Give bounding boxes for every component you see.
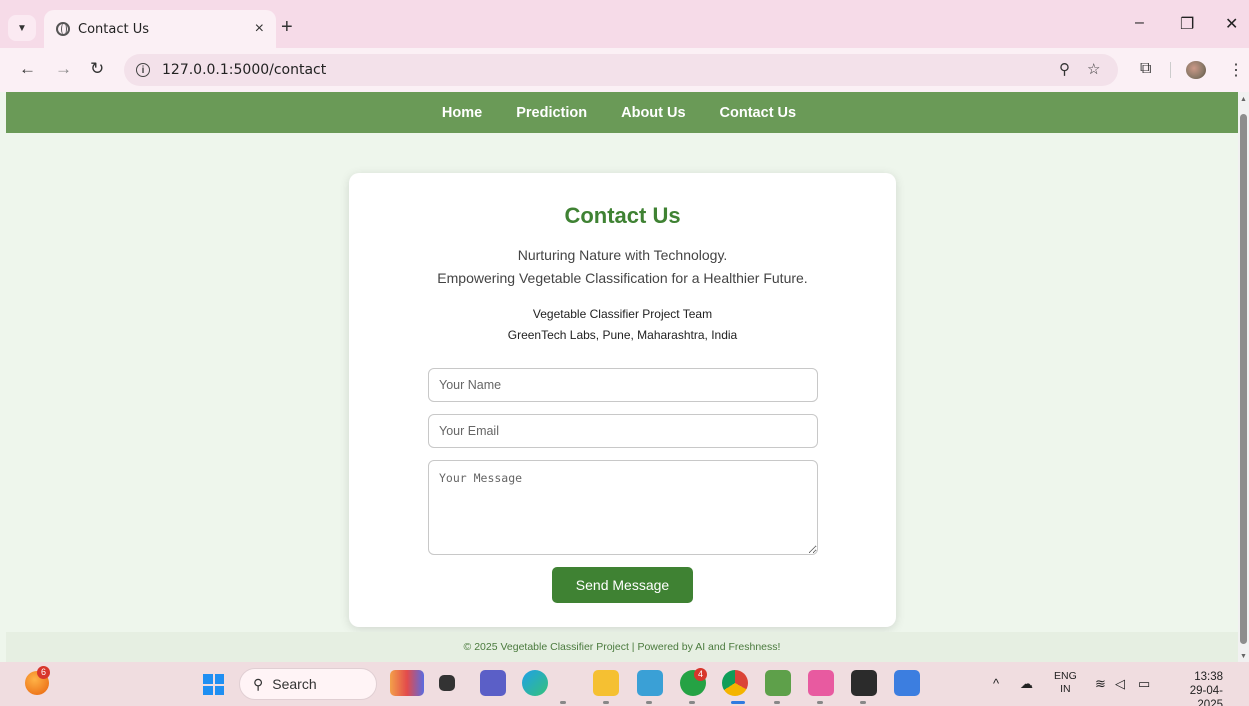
bookmark-star-icon[interactable]: ☆: [1087, 60, 1100, 78]
region-code: IN: [1060, 683, 1071, 695]
nav-home[interactable]: Home: [442, 105, 482, 121]
app-running-indicator: [646, 701, 652, 704]
page-viewport: Home Prediction About Us Contact Us Cont…: [0, 92, 1238, 662]
battery-icon[interactable]: ▭: [1138, 676, 1150, 692]
contact-card: Contact Us Nurturing Nature with Technol…: [349, 173, 896, 627]
message-textarea[interactable]: [428, 460, 818, 555]
menu-kebab-icon[interactable]: ⋮: [1228, 60, 1244, 80]
tab-search-dropdown-icon[interactable]: ▼: [8, 15, 36, 41]
extensions-icon[interactable]: ⧉: [1140, 60, 1151, 78]
app-running-indicator: [860, 701, 866, 704]
tagline-line-1: Nurturing Nature with Technology.: [517, 247, 728, 263]
new-tab-button[interactable]: +: [281, 16, 293, 39]
terminal-icon[interactable]: [851, 670, 877, 696]
wifi-icon[interactable]: ≋: [1095, 676, 1106, 692]
nav-about-us[interactable]: About Us: [621, 105, 685, 121]
teams-icon[interactable]: [480, 670, 506, 696]
app-running-indicator: [817, 701, 823, 704]
site-navbar: Home Prediction About Us Contact Us: [6, 92, 1238, 133]
chevron-up-icon[interactable]: ^: [993, 676, 999, 691]
back-arrow-icon[interactable]: ←: [19, 59, 36, 79]
taskbar-search[interactable]: ⚲ Search: [239, 668, 377, 700]
scroll-up-icon[interactable]: ▲: [1240, 96, 1247, 103]
whatsapp-badge: 4: [694, 668, 707, 681]
footer-text: © 2025 Vegetable Classifier Project | Po…: [463, 641, 781, 653]
windows-start-icon[interactable]: [203, 674, 224, 695]
chrome-icon[interactable]: [722, 670, 748, 696]
system-clock[interactable]: 13:38 29-04-2025: [1175, 670, 1223, 706]
clock-date: 29-04-2025: [1189, 685, 1223, 706]
restore-button[interactable]: ❐: [1180, 14, 1194, 34]
address-bar[interactable]: i 127.0.0.1:5000/contact ⚲ ☆: [124, 54, 1118, 86]
globe-icon: [56, 22, 70, 36]
zoom-icon[interactable]: ⚲: [1059, 60, 1070, 78]
site-info-icon[interactable]: i: [136, 63, 150, 77]
nav-prediction[interactable]: Prediction: [516, 105, 587, 121]
page-scrollbar[interactable]: ▲ ▼: [1238, 92, 1249, 662]
tagline-line-2: Empowering Vegetable Classification for …: [437, 270, 808, 286]
tab-contact-us[interactable]: Contact Us ×: [44, 10, 276, 48]
scroll-down-icon[interactable]: ▼: [1240, 653, 1247, 660]
app-running-indicator: [603, 701, 609, 704]
image-viewer-icon[interactable]: [765, 670, 791, 696]
xampp-icon[interactable]: [808, 670, 834, 696]
language-code: ENG: [1054, 670, 1077, 682]
app-running-indicator: [689, 701, 695, 704]
minimize-button[interactable]: –: [1135, 14, 1144, 32]
page-footer: © 2025 Vegetable Classifier Project | Po…: [6, 632, 1238, 662]
windows-taskbar: 6 ⚲ Search 4 ^ ☁ ENG IN ≋ ◁ ▭ 13:38 29-0…: [0, 662, 1249, 706]
snipping-tool-icon[interactable]: [637, 670, 663, 696]
copilot-app-icon[interactable]: [390, 670, 424, 696]
nav-contact-us[interactable]: Contact Us: [720, 105, 797, 121]
profile-avatar[interactable]: [1186, 61, 1206, 79]
team-name: Vegetable Classifier Project Team: [532, 307, 713, 321]
browser-toolbar: ← → ↻ i 127.0.0.1:5000/contact ⚲ ☆ ⧉ ⋮: [0, 48, 1249, 92]
volume-icon[interactable]: ◁: [1115, 676, 1125, 692]
app-running-indicator: [560, 701, 566, 704]
app-active-indicator: [731, 701, 745, 704]
file-explorer-icon[interactable]: [593, 670, 619, 696]
search-label: Search: [272, 676, 317, 692]
clock-time: 13:38: [1194, 671, 1223, 683]
edge-browser-icon[interactable]: [522, 670, 548, 696]
name-input[interactable]: [428, 368, 818, 402]
team-address: GreenTech Labs, Pune, Maharashtra, India: [507, 328, 738, 342]
vscode-like-icon[interactable]: [894, 670, 920, 696]
browser-tab-bar: ▼ Contact Us × + – ❐ ✕: [0, 0, 1249, 48]
send-message-button[interactable]: Send Message: [552, 567, 693, 603]
search-icon: ⚲: [253, 675, 264, 692]
notification-badge: 6: [37, 666, 50, 679]
page-title: Contact Us: [564, 203, 681, 228]
onedrive-cloud-icon[interactable]: ☁: [1020, 676, 1033, 692]
url-text: 127.0.0.1:5000/contact: [162, 62, 327, 78]
app-running-indicator: [774, 701, 780, 704]
reload-icon[interactable]: ↻: [90, 59, 104, 79]
tab-close-icon[interactable]: ×: [255, 20, 264, 38]
window-close-button[interactable]: ✕: [1225, 14, 1238, 34]
toolbar-divider: [1170, 62, 1171, 78]
scrollbar-thumb[interactable]: [1240, 114, 1247, 644]
task-view-icon[interactable]: [439, 675, 455, 691]
email-input[interactable]: [428, 414, 818, 448]
tab-title: Contact Us: [78, 21, 149, 37]
language-indicator[interactable]: ENG IN: [1054, 670, 1077, 696]
forward-arrow-icon[interactable]: →: [55, 59, 72, 79]
